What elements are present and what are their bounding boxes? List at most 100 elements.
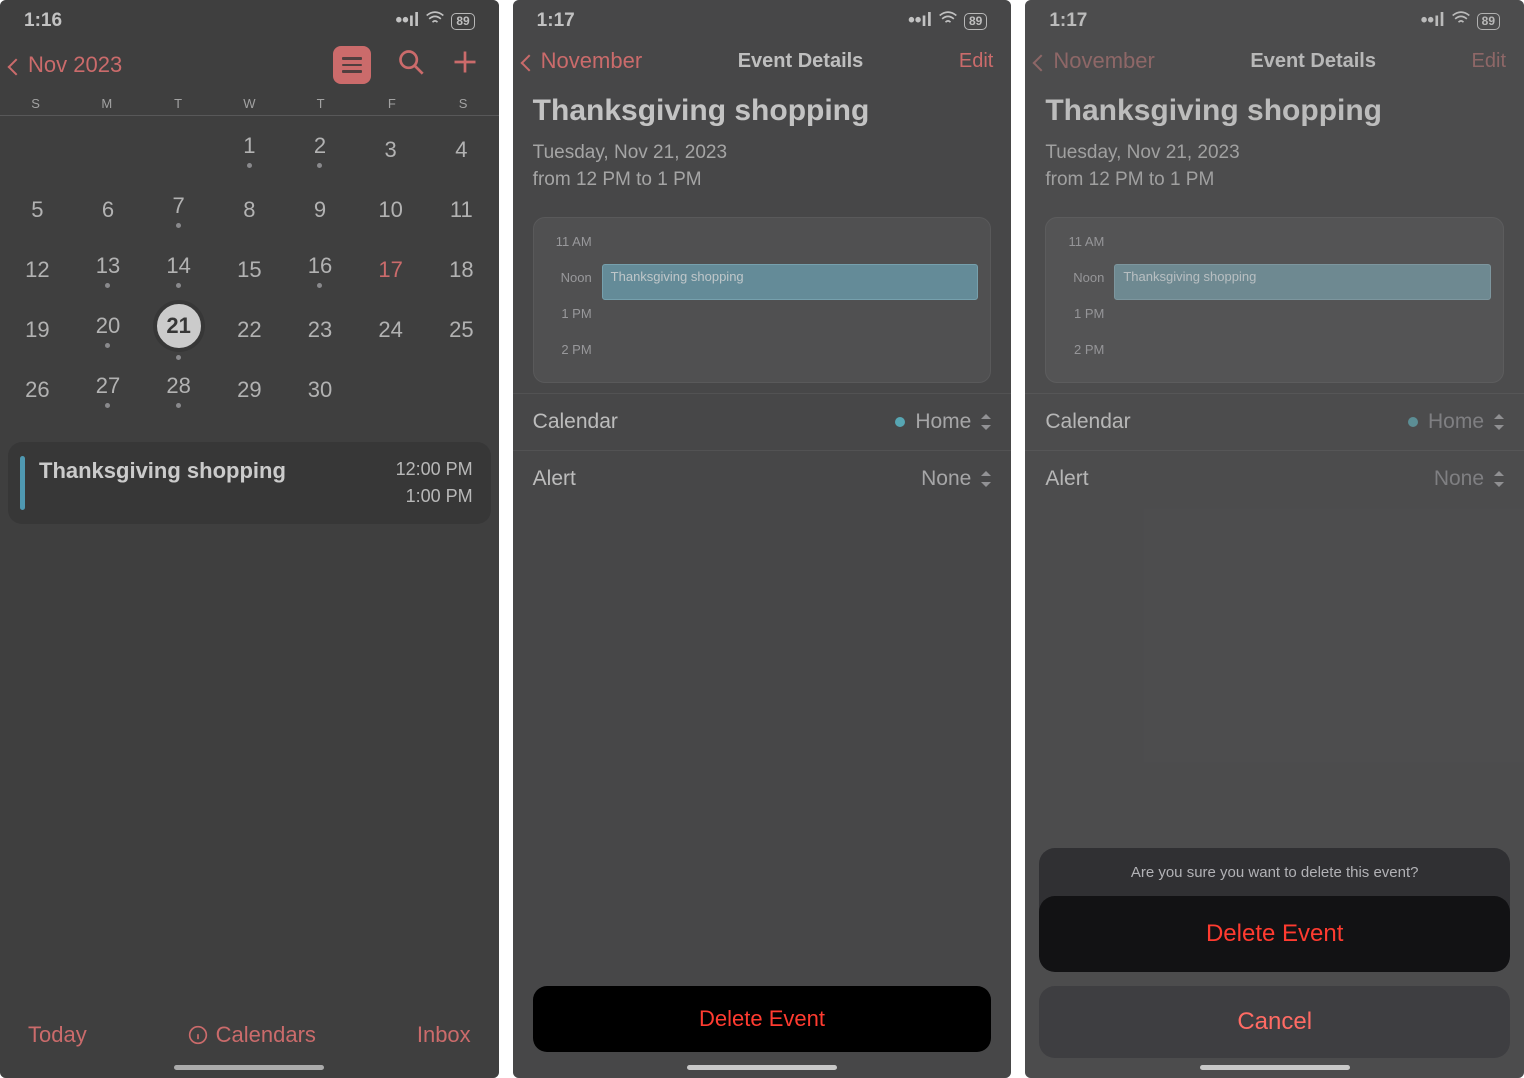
day-cell[interactable]: 25 [426, 300, 497, 360]
day-cell-selected[interactable]: 21 [143, 300, 214, 360]
event-title: Thanksgiving shopping [1045, 94, 1504, 128]
sheet-delete-button[interactable]: Delete Event [1039, 896, 1510, 972]
day-cell[interactable]: 9 [285, 180, 356, 240]
signal-icon: ••ıl [908, 10, 932, 32]
screen-event-details-confirm: 1:17 ••ıl 89 November Event Details Edit… [1025, 0, 1524, 1078]
day-cell[interactable]: 26 [2, 360, 73, 420]
day-cell[interactable]: 30 [285, 360, 356, 420]
back-label: Nov 2023 [28, 52, 122, 78]
mini-schedule: 11 AM Noon Thanksgiving shopping 1 PM 2 … [533, 217, 992, 383]
day-cell[interactable]: 10 [355, 180, 426, 240]
back-button[interactable]: November [523, 48, 642, 74]
sheet-cancel-button[interactable]: Cancel [1039, 986, 1510, 1058]
row-label: Alert [1045, 467, 1088, 491]
day-cell[interactable]: 4 [426, 120, 497, 180]
wifi-icon [1451, 10, 1471, 32]
row-value: None [921, 467, 971, 491]
day-cell[interactable]: 27 [73, 360, 144, 420]
back-button[interactable]: Nov 2023 [10, 52, 122, 78]
screen-event-details: 1:17 ••ıl 89 November Event Details Edit… [513, 0, 1012, 1078]
day-cell[interactable]: 18 [426, 240, 497, 300]
back-label: November [1053, 48, 1154, 74]
day-cell[interactable]: 14 [143, 240, 214, 300]
edit-button[interactable]: Edit [1472, 50, 1506, 73]
day-cell[interactable] [73, 120, 144, 180]
day-cell[interactable] [355, 360, 426, 420]
day-cell[interactable]: 23 [285, 300, 356, 360]
weekday: T [285, 96, 356, 111]
signal-icon: ••ıl [395, 10, 419, 32]
search-icon[interactable] [397, 48, 425, 83]
day-cell[interactable]: 22 [214, 300, 285, 360]
day-cell[interactable]: 7 [143, 180, 214, 240]
weekday: S [427, 96, 498, 111]
add-event-button[interactable] [451, 48, 479, 83]
wifi-icon [938, 10, 958, 32]
updown-icon [1494, 471, 1504, 487]
tab-today[interactable]: Today [28, 1022, 87, 1048]
event-accent [20, 456, 25, 510]
tab-inbox[interactable]: Inbox [417, 1022, 471, 1048]
day-cell[interactable]: 29 [214, 360, 285, 420]
month-grid: 1 2 3 4 5 6 7 8 9 10 11 12 13 14 15 16 1… [0, 116, 499, 424]
delete-event-button[interactable]: Delete Event [533, 986, 992, 1052]
day-cell[interactable]: 3 [355, 120, 426, 180]
day-cell[interactable] [143, 120, 214, 180]
event-title: Thanksgiving shopping [533, 94, 992, 128]
calendar-color-dot [1408, 417, 1418, 427]
chevron-left-icon [10, 52, 26, 78]
battery-badge: 89 [451, 13, 474, 30]
status-time: 1:16 [24, 10, 62, 32]
tab-calendars[interactable]: Calendars [188, 1022, 316, 1048]
day-cell[interactable]: 28 [143, 360, 214, 420]
status-time: 1:17 [1049, 10, 1087, 32]
list-view-toggle[interactable] [333, 46, 371, 84]
weekday: F [356, 96, 427, 111]
navbar: November Event Details Edit [513, 38, 1012, 80]
day-cell[interactable]: 19 [2, 300, 73, 360]
row-calendar[interactable]: Calendar Home [513, 393, 1012, 450]
hour-label: 11 AM [546, 234, 592, 249]
edit-button[interactable]: Edit [959, 50, 993, 73]
day-cell[interactable]: 17 [355, 240, 426, 300]
day-cell[interactable]: 1 [214, 120, 285, 180]
day-cell[interactable] [2, 120, 73, 180]
chevron-left-icon [523, 48, 539, 74]
battery-badge: 89 [1477, 13, 1500, 30]
updown-icon [1494, 414, 1504, 430]
mini-event[interactable]: Thanksgiving shopping [602, 264, 979, 300]
updown-icon [981, 471, 991, 487]
day-cell[interactable]: 5 [2, 180, 73, 240]
day-cell[interactable]: 2 [285, 120, 356, 180]
day-cell[interactable] [426, 360, 497, 420]
hour-label: 2 PM [1058, 342, 1104, 357]
row-calendar[interactable]: Calendar Home [1025, 393, 1524, 450]
mini-event[interactable]: Thanksgiving shopping [1114, 264, 1491, 300]
day-cell[interactable]: 15 [214, 240, 285, 300]
hour-label: Noon [1058, 270, 1104, 285]
battery-badge: 89 [964, 13, 987, 30]
event-card[interactable]: Thanksgiving shopping 12:00 PM 1:00 PM [8, 442, 491, 524]
updown-icon [981, 414, 991, 430]
row-alert[interactable]: Alert None [513, 450, 1012, 507]
day-cell[interactable]: 11 [426, 180, 497, 240]
wifi-icon [425, 10, 445, 32]
day-cell[interactable]: 20 [73, 300, 144, 360]
weekday: W [214, 96, 285, 111]
event-subtitle: Tuesday, Nov 21, 2023 from 12 PM to 1 PM [1045, 140, 1504, 193]
row-value: None [1434, 467, 1484, 491]
day-cell[interactable]: 16 [285, 240, 356, 300]
row-label: Calendar [1045, 410, 1130, 434]
event-title: Thanksgiving shopping [39, 456, 382, 510]
row-alert[interactable]: Alert None [1025, 450, 1524, 507]
day-cell[interactable]: 6 [73, 180, 144, 240]
back-button[interactable]: November [1035, 48, 1154, 74]
day-cell[interactable]: 13 [73, 240, 144, 300]
action-sheet: Are you sure you want to delete this eve… [1039, 848, 1510, 1058]
hour-label: 1 PM [546, 306, 592, 321]
day-cell[interactable]: 24 [355, 300, 426, 360]
calendar-color-dot [895, 417, 905, 427]
day-cell[interactable]: 12 [2, 240, 73, 300]
day-cell[interactable]: 8 [214, 180, 285, 240]
home-indicator [174, 1065, 324, 1070]
